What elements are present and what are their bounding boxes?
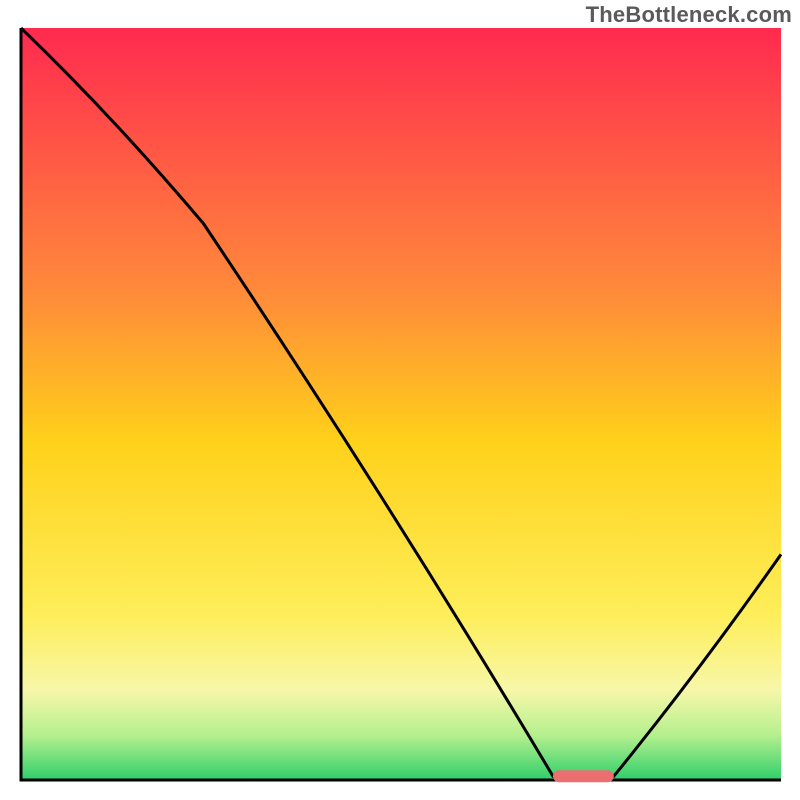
watermark-label: TheBottleneck.com (586, 2, 792, 28)
chart-container: TheBottleneck.com (0, 0, 800, 800)
optimal-marker (553, 770, 614, 782)
bottleneck-chart (0, 0, 800, 800)
gradient-background (21, 28, 781, 780)
